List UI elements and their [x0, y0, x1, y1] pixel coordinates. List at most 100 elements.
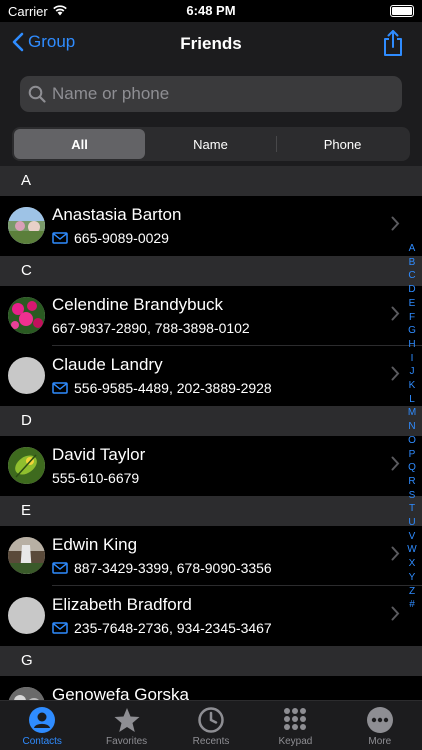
avatar — [8, 357, 45, 394]
keypad-icon — [284, 708, 307, 730]
index-letter[interactable]: D — [408, 283, 415, 297]
contact-detail: 555-610-6679 — [52, 470, 139, 486]
index-letter[interactable]: S — [409, 489, 416, 503]
avatar — [8, 537, 45, 574]
contact-detail-text: 556-9585-4489, 202-3889-2928 — [74, 380, 272, 396]
index-letter[interactable]: A — [409, 242, 416, 256]
person-icon — [29, 707, 56, 733]
battery-icon — [390, 5, 414, 17]
tab-contacts[interactable]: Contacts — [0, 701, 84, 750]
alphabet-index[interactable]: A B C D E F G H I J K L M N O P Q R S T U V W X Y Z # — [406, 242, 418, 612]
index-letter[interactable]: # — [409, 598, 415, 612]
section-header-d: D — [0, 406, 422, 436]
navigation-bar: Group Friends — [0, 22, 422, 66]
tab-label: More — [368, 736, 392, 747]
tab-label: Favorites — [106, 736, 148, 747]
contacts-list[interactable]: A Anastasia Barton 665-9089-0029 C Celen… — [0, 166, 422, 736]
index-letter[interactable]: E — [409, 297, 416, 311]
segment-name[interactable]: Name — [145, 129, 276, 159]
index-letter[interactable]: Z — [409, 585, 415, 599]
search-icon — [28, 85, 46, 103]
avatar — [8, 207, 45, 244]
index-letter[interactable]: V — [409, 530, 416, 544]
contact-detail-text: 235-7648-2736, 934-2345-3467 — [74, 620, 272, 636]
index-letter[interactable]: H — [408, 338, 415, 352]
index-letter[interactable]: J — [410, 365, 415, 379]
contact-name: Anastasia Barton — [52, 205, 182, 224]
chevron-right-icon — [391, 606, 400, 621]
index-letter[interactable]: K — [409, 379, 416, 393]
contact-row-edwin-king[interactable]: Edwin King 887-3429-3399, 678-9090-3356 — [0, 526, 422, 586]
tab-recents[interactable]: Recents — [169, 701, 253, 750]
share-button[interactable] — [382, 29, 404, 62]
index-letter[interactable]: N — [408, 420, 415, 434]
chevron-right-icon — [391, 546, 400, 561]
chevron-right-icon — [391, 366, 400, 381]
index-letter[interactable]: X — [409, 557, 416, 571]
contact-detail-text: 887-3429-3399, 678-9090-3356 — [74, 560, 272, 576]
star-icon — [114, 708, 140, 732]
contact-detail: 665-9089-0029 — [52, 230, 169, 246]
section-header-a: A — [0, 166, 422, 196]
contact-name: Elizabeth Bradford — [52, 595, 192, 614]
index-letter[interactable]: W — [407, 543, 416, 557]
index-letter[interactable]: L — [409, 393, 415, 407]
contact-row-celendine-brandybuck[interactable]: Celendine Brandybuck 667-9837-2890, 788-… — [0, 286, 422, 346]
index-letter[interactable]: C — [408, 269, 415, 283]
tab-label: Recents — [192, 736, 230, 747]
contact-detail: 667-9837-2890, 788-3898-0102 — [52, 320, 250, 336]
index-letter[interactable]: F — [409, 311, 415, 325]
index-letter[interactable]: G — [408, 324, 416, 338]
avatar — [8, 597, 45, 634]
page-title: Friends — [180, 34, 242, 53]
contact-detail-text: 555-610-6679 — [52, 470, 140, 486]
segment-area: All Name Phone — [0, 122, 422, 166]
contact-name: Claude Landry — [52, 355, 163, 374]
chevron-right-icon — [391, 216, 400, 231]
section-header-g: G — [0, 646, 422, 676]
tab-more[interactable]: More — [338, 701, 422, 750]
index-letter[interactable]: R — [408, 475, 415, 489]
more-icon — [366, 707, 393, 733]
status-bar: Carrier 6:48 PM — [0, 0, 422, 22]
contact-name: Celendine Brandybuck — [52, 295, 224, 314]
index-letter[interactable]: Y — [409, 571, 416, 585]
share-icon — [384, 30, 402, 56]
segment-phone[interactable]: Phone — [277, 129, 408, 159]
contact-detail-text: 667-9837-2890, 788-3898-0102 — [52, 320, 250, 336]
avatar — [8, 297, 45, 334]
avatar — [8, 447, 45, 484]
contact-row-elizabeth-bradford[interactable]: Elizabeth Bradford 235-7648-2736, 934-23… — [0, 586, 422, 646]
index-letter[interactable]: M — [408, 406, 416, 420]
contact-row-david-taylor[interactable]: David Taylor 555-610-6679 — [0, 436, 422, 496]
index-letter[interactable]: I — [411, 352, 414, 366]
clock-icon — [198, 707, 224, 733]
index-letter[interactable]: U — [408, 516, 415, 530]
clock: 6:48 PM — [186, 3, 236, 18]
mail-icon — [52, 622, 68, 634]
filter-segmented-control: All Name Phone — [12, 127, 410, 161]
search-area — [0, 66, 422, 122]
search-box[interactable] — [20, 76, 402, 112]
tab-favorites[interactable]: Favorites — [84, 701, 168, 750]
contact-detail: 235-7648-2736, 934-2345-3467 — [52, 620, 272, 636]
tab-bar: Contacts Favorites Recents Keypad More — [0, 700, 422, 750]
chevron-right-icon — [391, 456, 400, 471]
index-letter[interactable]: B — [409, 256, 416, 270]
index-letter[interactable]: T — [409, 502, 415, 516]
index-letter[interactable]: Q — [408, 461, 416, 475]
contact-row-claude-landry[interactable]: Claude Landry 556-9585-4489, 202-3889-29… — [0, 346, 422, 406]
contact-detail: 887-3429-3399, 678-9090-3356 — [52, 560, 272, 576]
search-input[interactable] — [52, 84, 382, 104]
mail-icon — [52, 232, 68, 244]
index-letter[interactable]: O — [408, 434, 416, 448]
mail-icon — [52, 562, 68, 574]
contact-row-anastasia-barton[interactable]: Anastasia Barton 665-9089-0029 — [0, 196, 422, 256]
contact-detail-text: 665-9089-0029 — [74, 230, 169, 246]
index-letter[interactable]: P — [409, 448, 416, 462]
contact-name: Edwin King — [52, 535, 138, 554]
tab-label: Keypad — [278, 736, 313, 747]
segment-all[interactable]: All — [14, 129, 145, 159]
tab-label: Contacts — [22, 736, 62, 747]
tab-keypad[interactable]: Keypad — [253, 701, 337, 750]
